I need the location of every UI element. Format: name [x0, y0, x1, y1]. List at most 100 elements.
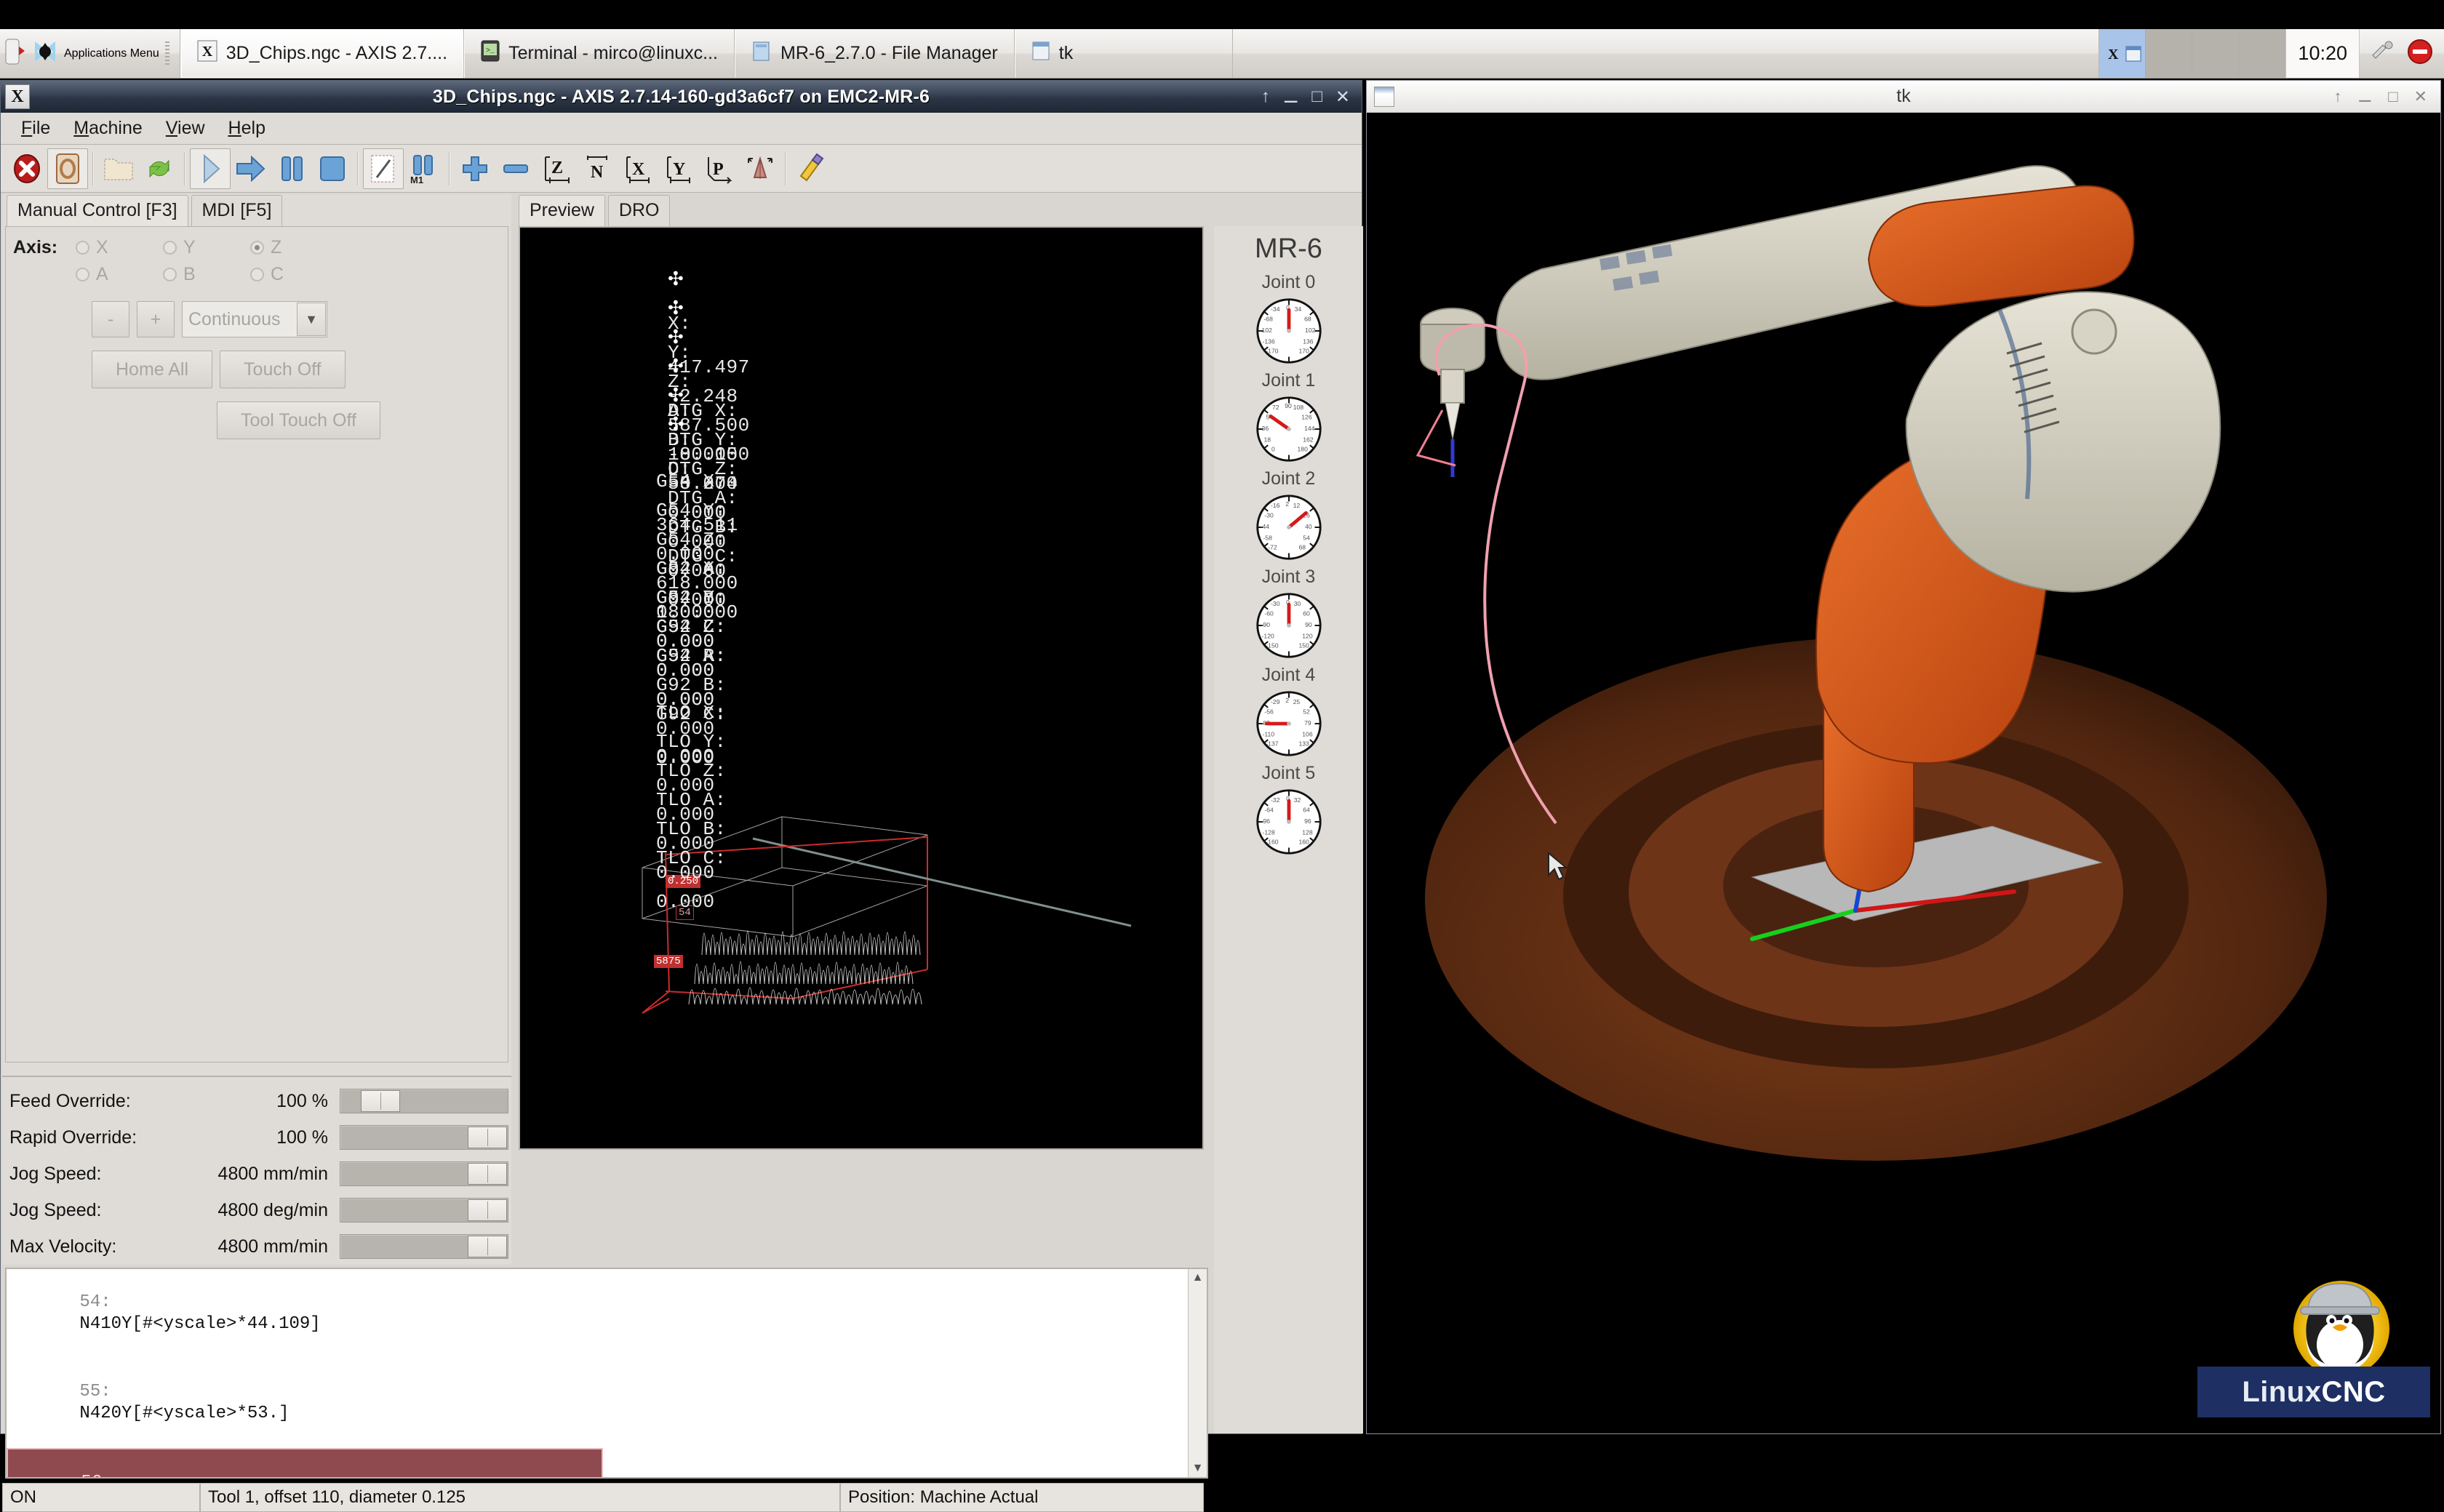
override-value: 100 %: [276, 1127, 328, 1148]
close-icon[interactable]: ✕: [2414, 87, 2427, 106]
tk-titlebar[interactable]: tk ↑ ⚊ □ ✕: [1367, 81, 2440, 113]
stop-icon[interactable]: [312, 148, 353, 189]
svg-text:52: 52: [1303, 708, 1310, 716]
gcode-listing[interactable]: 54: N410Y[#<yscale>*44.109] 55: N420Y[#<…: [5, 1268, 1208, 1479]
jog-increment-select[interactable]: Continuous ▼: [182, 301, 327, 337]
tool-touch-off-button[interactable]: Tool Touch Off: [217, 401, 380, 439]
axis-radio-z[interactable]: Z: [250, 237, 338, 258]
rapid-override-slider[interactable]: [340, 1125, 508, 1150]
clear-live-plot-icon[interactable]: [740, 148, 780, 189]
svg-text:144: 144: [1304, 425, 1315, 432]
slider-thumb[interactable]: [467, 1127, 507, 1148]
axis-titlebar[interactable]: X 3D_Chips.ngc - AXIS 2.7.14-160-gd3a6cf…: [1, 81, 1362, 113]
minimize-icon[interactable]: ⚊: [2358, 87, 2373, 106]
taskbar-item-label: MR-6_2.7.0 - File Manager: [780, 43, 998, 63]
axis-radio-c[interactable]: C: [250, 264, 338, 285]
home-all-button[interactable]: Home All: [92, 351, 213, 388]
menu-help[interactable]: Help: [217, 115, 277, 142]
taskbar-item-axis[interactable]: X 3D_Chips.ngc - AXIS 2.7....: [180, 29, 465, 78]
shade-icon[interactable]: ↑: [1261, 87, 1270, 108]
zoom-out-icon[interactable]: [495, 148, 536, 189]
view-z2-icon[interactable]: N: [577, 148, 618, 189]
slider-thumb[interactable]: [360, 1090, 400, 1112]
tab-preview[interactable]: Preview: [519, 195, 605, 226]
view-z-icon[interactable]: Z: [536, 148, 577, 189]
axis-radio-x[interactable]: X: [76, 237, 163, 258]
control-tabs: Manual Control [F3] MDI [F5]: [2, 194, 511, 226]
feed-override-slider[interactable]: [340, 1089, 508, 1113]
tab-dro[interactable]: DRO: [607, 195, 671, 226]
menu-machine[interactable]: Machine: [62, 115, 154, 142]
overrides-panel: Feed Override: 100 % Rapid Override: 100…: [2, 1076, 511, 1265]
pause-icon[interactable]: [271, 148, 312, 189]
scroll-up-icon[interactable]: ▲: [1192, 1269, 1204, 1287]
toggle-skip-lines-icon[interactable]: [363, 148, 404, 189]
svg-text:-136: -136: [1262, 337, 1274, 345]
axis-radio-a[interactable]: A: [76, 264, 163, 285]
applications-menu-icon: [32, 39, 58, 68]
slider-thumb[interactable]: [467, 1199, 507, 1221]
maximize-icon[interactable]: □: [2388, 87, 2397, 106]
axis-radio-b[interactable]: B: [163, 264, 250, 285]
menu-view[interactable]: View: [154, 115, 217, 142]
zoom-in-icon[interactable]: [455, 148, 495, 189]
tool-touch-icon[interactable]: [791, 148, 831, 189]
taskbar-item-terminal[interactable]: >_ Terminal - mirco@linuxc...: [464, 29, 735, 78]
menu-file[interactable]: FFileile: [9, 115, 62, 142]
taskbar-item-tk[interactable]: tk: [1014, 29, 1233, 78]
tk-window-title: tk: [1896, 86, 1911, 106]
run-icon[interactable]: [231, 148, 271, 189]
tab-manual-control[interactable]: Manual Control [F3]: [7, 195, 188, 226]
step-icon[interactable]: [190, 148, 231, 189]
svg-text:X: X: [202, 44, 213, 60]
workspace-2[interactable]: [2146, 29, 2193, 78]
robot-3d-viewport[interactable]: LinuxCNC: [1367, 113, 2440, 1433]
preview-canvas[interactable]: 0.250 54 5875 ✣ X: 417.497 DTG X: -0.015: [519, 226, 1204, 1150]
jog-minus-button[interactable]: -: [92, 301, 129, 337]
reload-file-icon[interactable]: [139, 148, 180, 189]
close-icon[interactable]: ✕: [1335, 87, 1350, 108]
jog-plus-button[interactable]: +: [137, 301, 175, 337]
open-file-icon[interactable]: [98, 148, 139, 189]
svg-text:60: 60: [1303, 610, 1310, 617]
gcode-scrollbar[interactable]: ▲ ▼: [1188, 1269, 1207, 1477]
gcode-line[interactable]: 55: N420Y[#<yscale>*53.]: [7, 1359, 1207, 1448]
linuxcnc-logo: LinuxCNC: [2197, 1275, 2430, 1417]
override-row-max-velocity: Max Velocity: 4800 mm/min: [2, 1228, 511, 1265]
jog-speed-linear-slider[interactable]: [340, 1161, 508, 1186]
jog-speed-angular-slider[interactable]: [340, 1198, 508, 1223]
network-icon[interactable]: [2370, 39, 2396, 68]
svg-text:-30: -30: [1271, 600, 1280, 607]
view-p-icon[interactable]: P: [699, 148, 740, 189]
slider-thumb[interactable]: [467, 1236, 507, 1257]
view-y-icon[interactable]: Y: [658, 148, 699, 189]
maximize-icon[interactable]: □: [1311, 87, 1322, 108]
taskbar-item-file-manager[interactable]: MR-6_2.7.0 - File Manager: [735, 29, 1015, 78]
taskbar-empty-space: [1233, 29, 2100, 78]
shade-icon[interactable]: ↑: [2334, 87, 2342, 106]
gcode-line-selected[interactable]: 56: N430X[#<xscale>*52.972]Y[#<yscale>*5…: [7, 1447, 603, 1477]
tab-mdi[interactable]: MDI [F5]: [191, 195, 283, 226]
applications-menu-button[interactable]: Applications Menu: [0, 29, 180, 78]
scroll-down-icon[interactable]: ▼: [1192, 1460, 1204, 1477]
axis-statusbar: ON Tool 1, offset 110, diameter 0.125 Po…: [2, 1483, 1210, 1512]
machine-power-icon[interactable]: [47, 148, 88, 189]
estop-toggle-icon[interactable]: [7, 148, 47, 189]
gcode-line[interactable]: 54: N410Y[#<yscale>*44.109]: [7, 1269, 1207, 1359]
optional-stop-icon[interactable]: M1: [404, 148, 444, 189]
workspace-pager[interactable]: X: [2099, 29, 2286, 78]
slider-thumb[interactable]: [467, 1163, 507, 1185]
max-velocity-slider[interactable]: [340, 1234, 508, 1259]
joint-3-gauge: -30 0 30 -60 60 -90 90 -120 120 -150 150: [1255, 593, 1322, 658]
stop-icon[interactable]: [2406, 38, 2434, 69]
workspace-1[interactable]: X: [2099, 29, 2147, 78]
minimize-icon[interactable]: ⚊: [1283, 87, 1299, 108]
workspace-3[interactable]: [2192, 29, 2240, 78]
joint-4-gauge: -29225 -5652 -8379 -110106 -137133: [1255, 691, 1322, 756]
view-x-icon[interactable]: X: [618, 148, 658, 189]
clock[interactable]: 10:20: [2285, 29, 2360, 78]
axis-radio-y[interactable]: Y: [163, 237, 250, 258]
workspace-4[interactable]: [2239, 29, 2286, 78]
touch-off-button[interactable]: Touch Off: [220, 351, 346, 388]
gcode-line-text: N420Y[#<yscale>*53.]: [79, 1404, 289, 1424]
